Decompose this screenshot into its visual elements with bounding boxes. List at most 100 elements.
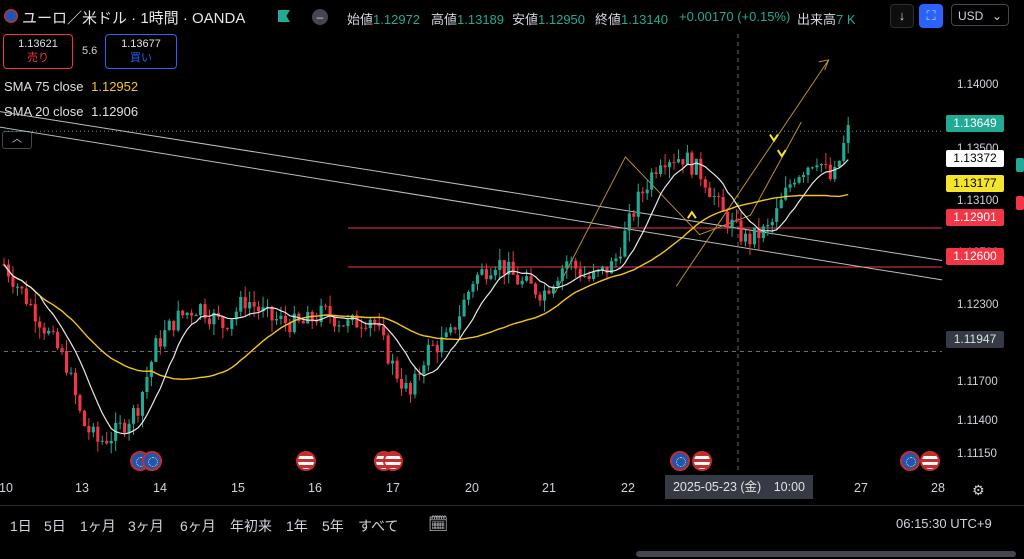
us-event-icon[interactable] [296, 451, 316, 471]
candle-body [100, 440, 104, 442]
candle-body [399, 378, 404, 389]
candle-body [38, 321, 42, 328]
candle-body [56, 331, 60, 349]
candle-body [154, 338, 158, 362]
candle-body [824, 164, 828, 166]
candle-body [172, 320, 176, 331]
eu-event-icon[interactable] [142, 451, 162, 471]
candle-body [395, 360, 399, 379]
date-tick-label: 21 [542, 481, 556, 495]
candle-body [708, 187, 712, 197]
candle-body [502, 260, 506, 275]
candle-body [516, 274, 520, 285]
candle-body [163, 330, 167, 347]
range-button[interactable]: 3ヶ月 [128, 516, 164, 536]
candle-body [721, 197, 725, 212]
candle-body [279, 315, 283, 319]
date-tick-label: 27 [854, 481, 868, 495]
candle-body [475, 274, 480, 284]
candle-body [511, 261, 515, 275]
candle-body [654, 172, 658, 175]
candle-body [391, 360, 395, 364]
candle-body [493, 269, 497, 276]
candle-body [667, 162, 672, 168]
candle-body [118, 422, 122, 424]
candle-body [435, 345, 439, 353]
us-event-icon[interactable] [920, 451, 940, 471]
candle-body [520, 280, 524, 285]
range-button[interactable]: 年初来 [230, 516, 272, 536]
candle-body [198, 304, 203, 316]
candle-body [703, 179, 707, 188]
price-chart[interactable] [0, 0, 1024, 505]
sell-strip-icon[interactable] [1016, 196, 1024, 210]
candle-body [301, 321, 305, 324]
date-tick-label: 10 [0, 481, 13, 495]
buy-strip-icon[interactable] [1016, 158, 1024, 172]
range-button[interactable]: 1ヶ月 [80, 516, 116, 536]
candle-body [386, 335, 390, 364]
candle-body [797, 177, 801, 183]
candle-body [225, 328, 229, 330]
candle-body [257, 306, 261, 312]
date-tick-label: 28 [931, 481, 945, 495]
candle-body [230, 319, 234, 329]
price-tick-label: 1.12300 [957, 298, 999, 311]
candle-body [29, 304, 33, 306]
range-button[interactable]: 5年 [322, 516, 344, 536]
us-event-icon[interactable] [383, 451, 403, 471]
price-tick-label: 1.11150 [957, 447, 997, 460]
candle-body [846, 125, 850, 144]
candle-body [466, 291, 471, 300]
eu-event-icon[interactable] [670, 451, 690, 471]
candle-body [784, 187, 788, 200]
candle-body [659, 165, 663, 175]
range-button[interactable]: 1年 [286, 516, 308, 536]
candle-body [431, 344, 435, 346]
candle-body [542, 290, 547, 301]
clock-readout[interactable]: 06:15:30 UTC+9 [896, 516, 992, 531]
candle-body [449, 327, 453, 333]
candle-body [587, 276, 591, 280]
candle-body [91, 426, 95, 433]
candle-body [712, 196, 716, 198]
range-button[interactable]: 1日 [10, 516, 32, 536]
range-button[interactable]: すべて [358, 516, 398, 536]
drawings[interactable] [0, 59, 943, 294]
range-button[interactable]: 5日 [44, 516, 66, 536]
chart-scrollbar[interactable] [636, 551, 1016, 557]
chart-settings-gear-icon[interactable]: ⚙ [972, 482, 985, 499]
candle-body [592, 271, 596, 280]
eu-event-icon[interactable] [900, 451, 920, 471]
price-tick-label: 1.11400 [957, 415, 998, 428]
candle-body [274, 318, 279, 321]
candle-body [636, 191, 640, 217]
candle-body [413, 373, 417, 395]
calendar-icon[interactable]: 🗓 [428, 514, 448, 534]
candle-body [489, 275, 493, 280]
candle-body [583, 276, 587, 278]
range-button[interactable]: 6ヶ月 [180, 516, 216, 536]
price-tick-label: 1.14000 [957, 78, 999, 91]
candle-body [270, 306, 274, 321]
candle-body [717, 196, 721, 198]
us-event-icon[interactable] [692, 451, 712, 471]
candle-body [471, 283, 475, 292]
candle-body [815, 165, 819, 168]
candle-body [779, 199, 783, 209]
candle-body [623, 230, 627, 257]
date-tick-label: 15 [231, 481, 245, 495]
candle-body [726, 211, 730, 228]
candle-body [248, 302, 252, 309]
candle-body [185, 312, 189, 316]
candle-body [618, 256, 622, 259]
candle-body [315, 321, 319, 323]
candle-body [176, 310, 180, 331]
signal-marker-down [776, 149, 787, 158]
candle-body [332, 317, 337, 327]
candle-body [498, 260, 502, 270]
price-tick-label: 1.13100 [957, 195, 999, 208]
candle-body [149, 361, 153, 377]
candle-body [64, 350, 69, 373]
candle-body [645, 189, 649, 194]
